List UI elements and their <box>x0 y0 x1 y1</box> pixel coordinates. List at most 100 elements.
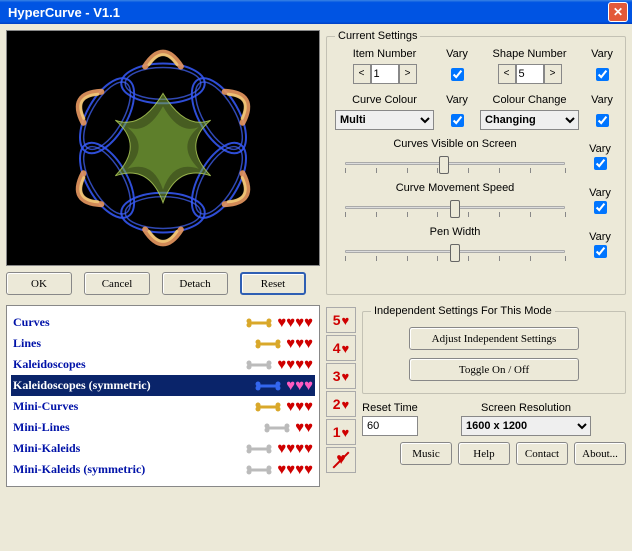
independent-settings-group: Independent Settings For This Mode Adjus… <box>362 305 626 394</box>
heart-icon: ♥ <box>304 462 313 477</box>
curves-visible-label: Curves Visible on Screen <box>335 138 575 150</box>
mode-name: Kaleidoscopes <box>13 357 241 372</box>
item-number-dec[interactable]: < <box>353 64 371 84</box>
broken-heart-button[interactable]: ♥ <box>326 447 356 473</box>
detach-button[interactable]: Detach <box>162 272 228 295</box>
mode-row[interactable]: Kaleidoscopes (symmetric)♥♥♥ <box>11 375 315 396</box>
mode-row[interactable]: Kaleidoscopes ♥♥♥♥ <box>11 354 315 375</box>
mode-row[interactable]: Lines♥♥♥ <box>11 333 315 354</box>
rank-number: 4 <box>333 340 341 356</box>
window-title: HyperCurve - V1.1 <box>8 5 120 20</box>
mode-name: Mini-Kaleids <box>13 441 241 456</box>
pen-width-vary-checkbox[interactable] <box>594 245 607 258</box>
heart-icon: ♥ <box>342 397 350 412</box>
heart-icon: ♥ <box>286 336 295 351</box>
curves-visible-vary-checkbox[interactable] <box>594 157 607 170</box>
mode-list[interactable]: Curves♥♥♥♥Lines♥♥♥Kaleidoscopes♥♥♥♥Kalei… <box>6 305 320 487</box>
bone-icon <box>245 359 273 371</box>
close-icon[interactable]: ✕ <box>608 2 628 22</box>
ok-button[interactable]: OK <box>6 272 72 295</box>
contact-button[interactable]: Contact <box>516 442 568 465</box>
heart-icon: ♥ <box>286 441 295 456</box>
rank-button[interactable]: 5♥ <box>326 307 356 333</box>
adjust-independent-button[interactable]: Adjust Independent Settings <box>409 327 579 350</box>
heart-icon: ♥ <box>304 441 313 456</box>
mode-row[interactable]: Mini-Kaleids♥♥♥♥ <box>11 438 315 459</box>
shape-number-vary-checkbox[interactable] <box>596 68 609 81</box>
bone-icon <box>245 317 273 329</box>
heart-icon: ♥ <box>286 462 295 477</box>
mode-row[interactable]: Curves ♥♥♥♥ <box>11 312 315 333</box>
bone-icon <box>254 401 282 413</box>
vary-label: Vary <box>589 143 611 155</box>
rank-button[interactable]: 2♥ <box>326 391 356 417</box>
mode-row[interactable]: Mini-Kaleids (symmetric)♥♥♥♥ <box>11 459 315 480</box>
shape-number-dec[interactable]: < <box>498 64 516 84</box>
rank-number: 3 <box>333 368 341 384</box>
heart-icon: ♥ <box>286 315 295 330</box>
movement-speed-slider[interactable] <box>345 194 565 218</box>
heart-icon: ♥ <box>295 357 304 372</box>
heart-icon: ♥ <box>286 399 295 414</box>
item-number-vary-checkbox[interactable] <box>451 68 464 81</box>
help-button[interactable]: Help <box>458 442 510 465</box>
reset-time-input[interactable] <box>362 416 418 436</box>
heart-icon: ♥ <box>295 420 304 435</box>
music-button[interactable]: Music <box>400 442 452 465</box>
heart-icon: ♥ <box>295 336 304 351</box>
heart-icon: ♥ <box>304 399 313 414</box>
rank-button[interactable]: 3♥ <box>326 363 356 389</box>
vary-label: Vary <box>442 48 472 60</box>
rank-button[interactable]: 4♥ <box>326 335 356 361</box>
rank-number: 1 <box>333 424 341 440</box>
item-number-input[interactable] <box>371 64 399 84</box>
bone-icon <box>245 443 273 455</box>
heart-icon: ♥ <box>342 313 350 328</box>
current-settings-legend: Current Settings <box>335 30 420 42</box>
bone-icon <box>254 380 282 392</box>
colour-change-vary-checkbox[interactable] <box>596 114 609 127</box>
curves-visible-slider[interactable] <box>345 150 565 174</box>
reset-button[interactable]: Reset <box>240 272 306 295</box>
heart-icon: ♥ <box>304 315 313 330</box>
mode-row[interactable]: Mini-Curves♥♥♥ <box>11 396 315 417</box>
vary-label: Vary <box>442 94 472 106</box>
bone-icon <box>254 338 282 350</box>
current-settings-group: Current Settings Item Number Vary Shape … <box>326 30 626 295</box>
reset-time-label: Reset Time <box>362 402 418 414</box>
item-number-inc[interactable]: > <box>399 64 417 84</box>
heart-icon: ♥ <box>286 357 295 372</box>
mode-name: Curves <box>13 315 241 330</box>
screen-resolution-select[interactable]: 1600 x 1200 <box>461 416 591 436</box>
heart-icon: ♥ <box>295 315 304 330</box>
hearts-rating: ♥♥♥♥ <box>277 315 313 330</box>
colour-change-select[interactable]: Changing <box>480 110 579 130</box>
movement-speed-vary-checkbox[interactable] <box>594 201 607 214</box>
heart-icon: ♥ <box>304 336 313 351</box>
about-button[interactable]: About... <box>574 442 626 465</box>
hearts-rating: ♥♥♥♥ <box>277 357 313 372</box>
cancel-button[interactable]: Cancel <box>84 272 150 295</box>
item-number-spinner[interactable]: < > <box>335 64 434 84</box>
shape-number-inc[interactable]: > <box>544 64 562 84</box>
heart-icon: ♥ <box>304 378 313 393</box>
curve-colour-select[interactable]: Multi <box>335 110 434 130</box>
heart-icon: ♥ <box>286 378 295 393</box>
curve-colour-vary-checkbox[interactable] <box>451 114 464 127</box>
hearts-rating: ♥♥♥ <box>286 336 313 351</box>
mode-row[interactable]: Mini-Lines♥♥ <box>11 417 315 438</box>
independent-settings-legend: Independent Settings For This Mode <box>371 305 555 317</box>
mode-name: Mini-Curves <box>13 399 250 414</box>
toggle-on-off-button[interactable]: Toggle On / Off <box>409 358 579 381</box>
shape-number-input[interactable] <box>516 64 544 84</box>
heart-icon: ♥ <box>342 369 350 384</box>
rank-button[interactable]: 1♥ <box>326 419 356 445</box>
vary-label: Vary <box>587 94 617 106</box>
hearts-rating: ♥♥♥♥ <box>277 441 313 456</box>
pen-width-slider[interactable] <box>345 238 565 262</box>
mode-name: Mini-Kaleids (symmetric) <box>13 462 241 477</box>
shape-number-spinner[interactable]: < > <box>480 64 579 84</box>
mode-name: Lines <box>13 336 250 351</box>
hearts-rating: ♥♥♥♥ <box>277 462 313 477</box>
rank-number: 5 <box>333 312 341 328</box>
